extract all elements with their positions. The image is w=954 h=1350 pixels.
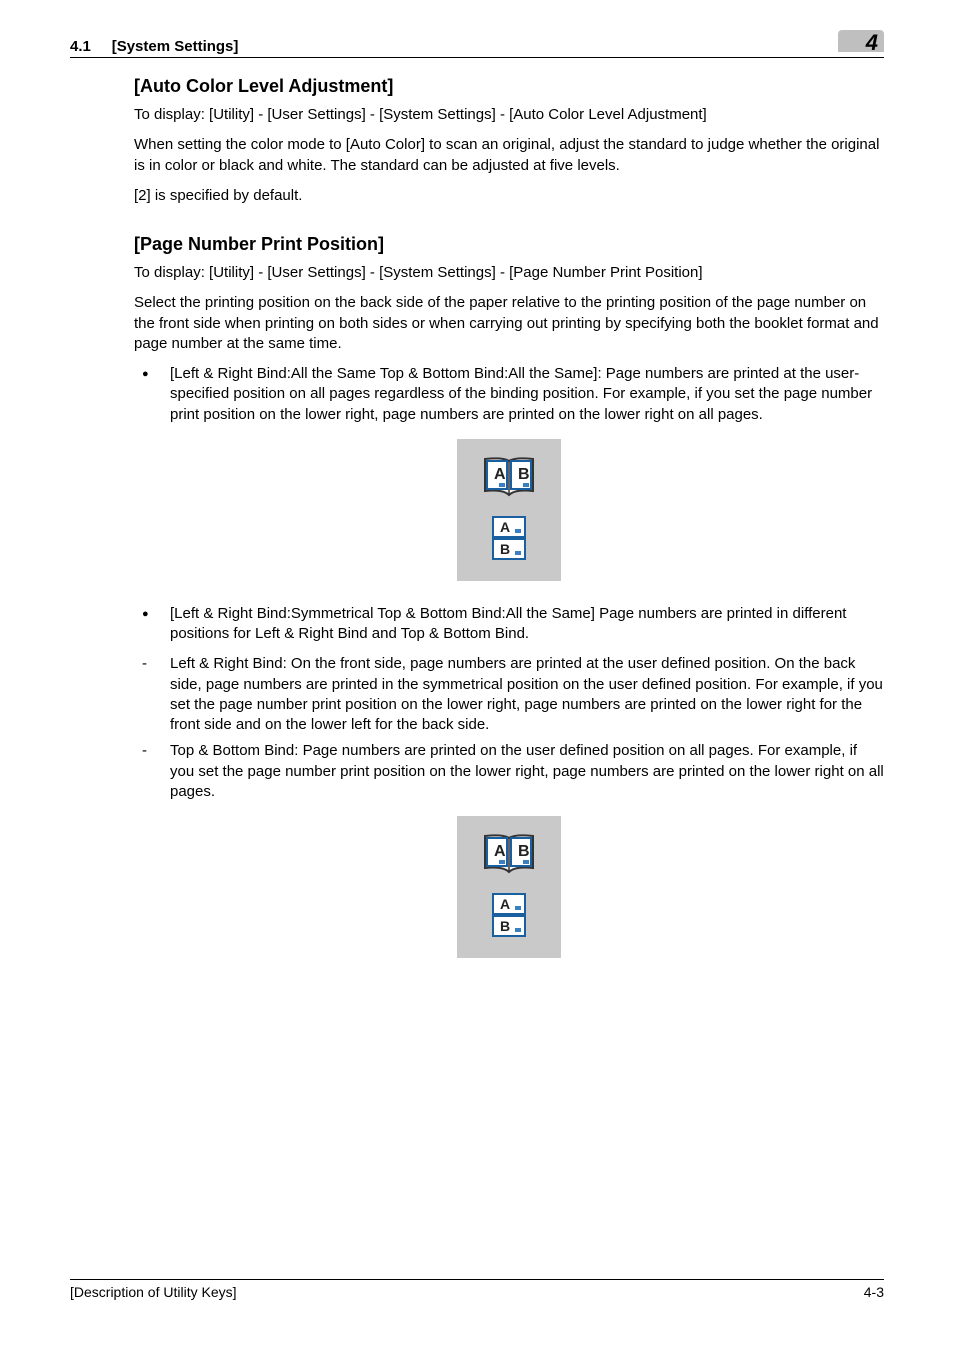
- stack-icon: A B: [481, 890, 537, 940]
- footer-title: [Description of Utility Keys]: [70, 1284, 237, 1300]
- page-footer: [Description of Utility Keys] 4-3: [70, 1279, 884, 1300]
- para-pagenum-desc: Select the printing position on the back…: [134, 293, 884, 354]
- page-header: 4.1 [System Settings]: [70, 38, 884, 58]
- svg-text:A: A: [494, 466, 506, 483]
- footer-page-no: 4-3: [864, 1284, 884, 1300]
- para-pagenum-path: To display: [Utility] - [User Settings] …: [134, 263, 884, 283]
- header-section-title: [System Settings]: [112, 38, 239, 55]
- svg-text:A: A: [500, 896, 510, 912]
- page-content: [Auto Color Level Adjustment] To display…: [134, 76, 884, 963]
- figure-symmetrical: A B A B: [134, 816, 884, 963]
- para-auto-color-default: [2] is specified by default.: [134, 186, 884, 206]
- header-section-no: 4.1: [70, 38, 91, 55]
- svg-text:A: A: [500, 519, 510, 535]
- dash-top-bottom: Top & Bottom Bind: Page numbers are prin…: [134, 741, 884, 802]
- bullet-symmetrical: [Left & Right Bind:Symmetrical Top & Bot…: [134, 604, 884, 645]
- dash-left-right: Left & Right Bind: On the front side, pa…: [134, 654, 884, 735]
- chapter-tab: 4: [838, 30, 884, 52]
- svg-text:B: B: [518, 843, 530, 860]
- para-auto-color-desc: When setting the color mode to [Auto Col…: [134, 135, 884, 176]
- svg-text:B: B: [500, 918, 510, 934]
- svg-text:A: A: [494, 843, 506, 860]
- svg-text:B: B: [500, 541, 510, 557]
- section-title-page-number: [Page Number Print Position]: [134, 234, 884, 255]
- bullet-all-same: [Left & Right Bind:All the Same Top & Bo…: [134, 364, 884, 425]
- booklet-icon: A B: [481, 834, 537, 876]
- svg-text:B: B: [518, 466, 530, 483]
- section-title-auto-color: [Auto Color Level Adjustment]: [134, 76, 884, 97]
- stack-icon: A B: [481, 513, 537, 563]
- figure-all-same: A B A B: [134, 439, 884, 586]
- para-auto-color-path: To display: [Utility] - [User Settings] …: [134, 105, 884, 125]
- booklet-icon: A B: [481, 457, 537, 499]
